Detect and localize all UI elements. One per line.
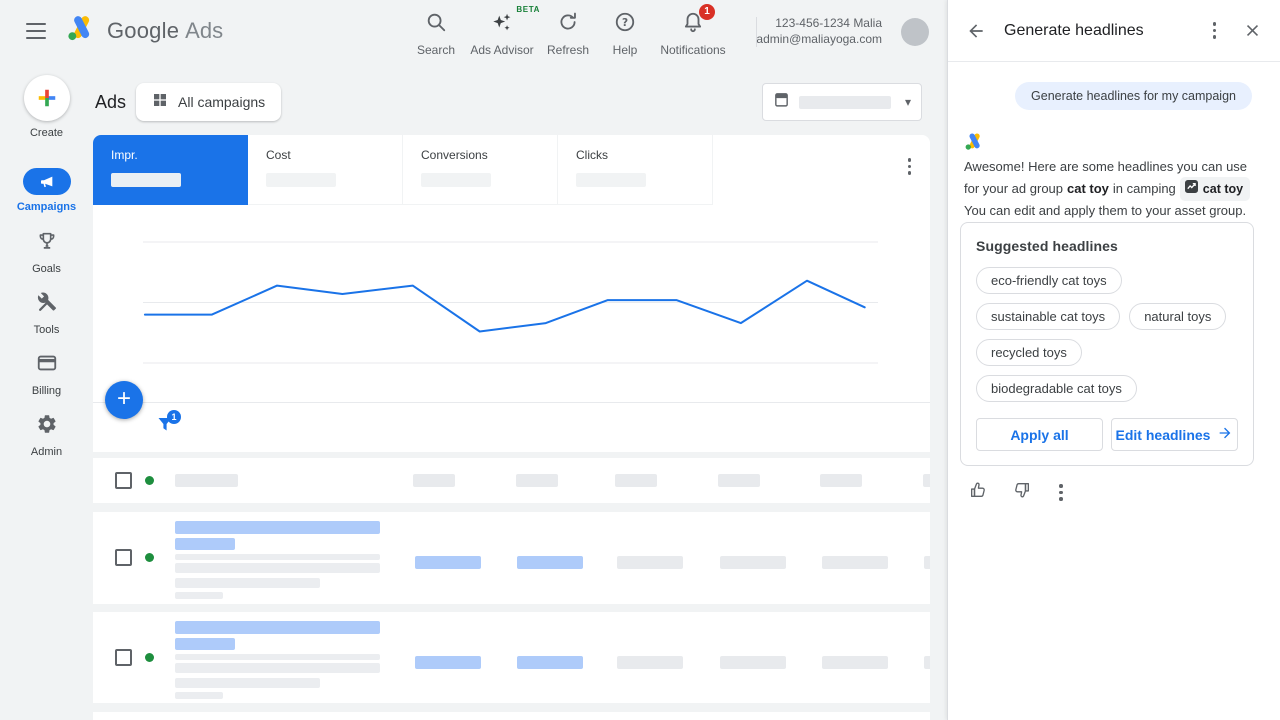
brand-product: Ads [185,17,224,43]
metric-value-placeholder [266,173,336,187]
google-ads-logo: Google Ads [66,14,223,47]
sidebar-item-billing[interactable]: Billing [0,352,93,397]
suggestions-title: Suggested headlines [976,238,1118,254]
keyword-chip[interactable]: cat toy [1179,177,1251,201]
feedback-more-menu-icon[interactable] [1056,481,1066,504]
table-summary-row[interactable] [93,458,930,503]
chart-more-menu-icon[interactable] [905,155,915,178]
topnav-notifications[interactable]: 1 Notifications [647,4,739,57]
status-enabled-icon [145,476,154,485]
account-info[interactable]: 123-456-1234 Malia admin@maliayoga.com [756,15,882,47]
tools-icon [36,291,58,318]
headline-chip[interactable]: natural toys [1129,303,1227,330]
table-row[interactable] [93,512,930,604]
credit-card-icon [36,352,58,379]
help-icon: ? [614,11,636,38]
row-checkbox[interactable] [115,549,132,566]
headline-chip[interactable]: recycled toys [976,339,1082,366]
sidebar-item-tools[interactable]: Tools [0,291,93,336]
sidebar-item-admin[interactable]: Admin [0,413,93,458]
back-arrow-icon[interactable] [966,21,986,41]
panel-more-menu-icon[interactable] [1210,19,1220,42]
assistant-message: Awesome! Here are some headlines you can… [964,157,1260,221]
thumbs-down-icon[interactable] [1012,480,1032,505]
metric-tab-impressions[interactable]: Impr. [93,135,248,205]
feedback-bar [968,480,1066,505]
megaphone-icon [22,168,71,195]
refresh-icon [557,11,579,38]
panel-header: Generate headlines [948,0,1280,62]
search-icon [425,11,447,38]
chevron-down-icon: ▾ [904,95,911,109]
sidebar-item-campaigns[interactable]: Campaigns [0,168,93,213]
main-content: Ads All campaigns ▾ Impr. Cost Conversio… [93,62,947,720]
plus-multicolor-icon [23,75,70,121]
trophy-icon [36,230,58,257]
headline-chip[interactable]: biodegradable cat toys [976,375,1137,402]
close-icon[interactable] [1243,21,1262,40]
add-campaign-fab[interactable]: + [105,381,143,419]
brand-google: Google [107,17,180,43]
ad-group-name: cat toy [1067,181,1109,196]
suggested-headlines-card: Suggested headlines eco-friendly cat toy… [960,222,1254,466]
metric-value-placeholder [576,173,646,187]
metric-value-placeholder [421,173,491,187]
all-campaigns-chip[interactable]: All campaigns [136,83,282,121]
generate-headlines-panel: Generate headlines Generate headlines fo… [947,0,1280,720]
status-enabled-icon [145,553,154,562]
metric-value-placeholder [111,173,181,187]
top-app-bar: Google Ads Search BETA Ads Advisor Refre… [0,0,947,62]
ads-logo-small-icon [964,132,985,156]
menu-icon[interactable] [26,23,46,39]
headline-chip[interactable]: eco-friendly cat toys [976,267,1122,294]
user-message-bubble: Generate headlines for my campaign [1015,82,1252,110]
arrow-right-icon [1217,425,1233,444]
metric-tab-clicks[interactable]: Clicks [558,135,713,205]
edit-headlines-button[interactable]: Edit headlines [1111,418,1238,451]
headline-chips: eco-friendly cat toys sustainable cat to… [976,267,1238,402]
table-row[interactable] [93,612,930,703]
filter-count-badge: 1 [167,410,181,424]
metric-tab-conversions[interactable]: Conversions [403,135,558,205]
date-placeholder-bar [799,95,891,109]
account-id-name: 123-456-1234 Malia [775,16,882,30]
performance-chart [143,241,878,364]
account-email: admin@maliayoga.com [756,32,882,46]
gear-icon [36,413,58,440]
assistant-message-line3: You can edit and apply them to your asse… [964,203,1247,218]
sidebar-item-goals[interactable]: Goals [0,230,93,275]
assistant-message-line2: for your ad group cat toy in camping cat… [964,177,1260,201]
ads-logo-icon [66,14,97,47]
svg-text:?: ? [622,17,628,29]
page-title: Ads [95,92,127,112]
row-checkbox[interactable] [115,649,132,666]
sidebar-item-create[interactable]: Create [0,75,93,139]
scope-chip-label: All campaigns [178,94,266,110]
metric-tabs: Impr. Cost Conversions Clicks [93,135,930,205]
insights-icon [1184,179,1198,199]
filter-bar [93,402,930,452]
date-range-picker[interactable]: ▾ [762,83,922,121]
table-row-partial [93,712,930,720]
headline-chip[interactable]: sustainable cat toys [976,303,1121,330]
thumbs-up-icon[interactable] [968,480,988,505]
avatar[interactable] [901,18,929,46]
sparkle-icon [491,11,513,38]
row-checkbox[interactable] [115,472,132,489]
status-enabled-icon [145,653,154,662]
assistant-message-line1: Awesome! Here are some headlines you can… [964,159,1248,174]
apply-all-button[interactable]: Apply all [976,418,1103,451]
calendar-icon [773,91,790,113]
metric-tab-cost[interactable]: Cost [248,135,403,205]
grid-icon [152,92,168,113]
performance-card: Impr. Cost Conversions Clicks + 1 [93,135,930,452]
panel-title: Generate headlines [1004,21,1144,39]
left-navigation: Create Campaigns Goals Tools Billing Adm… [0,62,93,720]
notification-count-badge: 1 [699,4,715,20]
